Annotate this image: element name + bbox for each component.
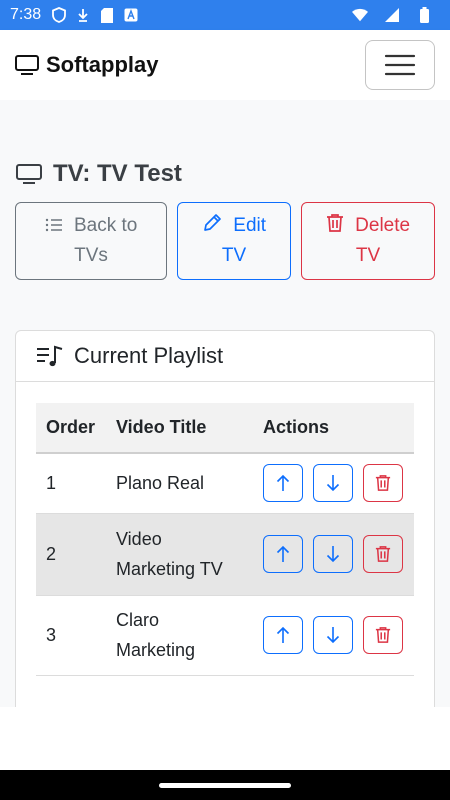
playlist-card: Current Playlist Order Video Title Actio… <box>15 330 435 707</box>
brand-name: Softapplay <box>46 52 159 77</box>
column-header-order: Order <box>36 403 106 454</box>
video-title-line1: Claro <box>116 610 160 630</box>
arrow-down-icon <box>326 545 340 563</box>
top-navbar: Softapplay <box>0 30 450 100</box>
arrow-down-icon <box>326 626 340 644</box>
download-icon <box>75 7 91 23</box>
back-to-tvs-button[interactable]: Back to TVs <box>15 202 167 280</box>
sd-card-icon <box>99 7 115 23</box>
edit-button-label-line2: TV <box>221 245 247 266</box>
brand-link[interactable]: Softapplay <box>14 52 158 78</box>
move-down-button[interactable] <box>313 616 353 654</box>
app-notification-icon <box>123 7 139 23</box>
cell-order: 1 <box>36 453 106 514</box>
table-header-row: Order Video Title Actions <box>36 403 414 454</box>
wifi-icon <box>352 7 368 23</box>
tv-icon <box>15 163 53 185</box>
system-navigation-bar <box>0 770 450 800</box>
home-gesture-handle[interactable] <box>159 782 291 788</box>
video-title-line1: Plano Real <box>116 473 205 494</box>
menu-toggle-button[interactable] <box>365 40 435 90</box>
column-header-actions: Actions <box>253 403 414 454</box>
table-row: 3 Claro Marketing <box>36 595 414 676</box>
remove-video-button[interactable] <box>363 464 403 503</box>
page-title: TV: TV Test <box>15 160 182 188</box>
list-icon <box>45 215 74 236</box>
video-title-line1: Video <box>116 529 162 549</box>
delete-button-label-line2: TV <box>355 245 381 266</box>
column-header-video-title: Video Title <box>106 403 253 454</box>
delete-button-label-line1: Delete <box>355 215 411 236</box>
page-bottom-area <box>0 707 450 770</box>
playlist-table: Order Video Title Actions 1 Plano Real 2… <box>36 403 414 676</box>
cell-actions <box>253 595 414 676</box>
playlist-title: Current Playlist <box>74 343 224 368</box>
page-title-text: TV: TV Test <box>53 160 182 187</box>
table-row: 1 Plano Real <box>36 453 414 514</box>
shield-icon <box>51 7 67 23</box>
trash-icon <box>375 474 391 492</box>
cellular-signal-icon <box>384 7 400 23</box>
cell-order: 3 <box>36 595 106 676</box>
move-down-button[interactable] <box>313 535 353 573</box>
status-bar: 7:38 <box>0 0 450 30</box>
trash-icon <box>375 545 391 563</box>
move-up-button[interactable] <box>263 616 303 654</box>
move-down-button[interactable] <box>313 464 353 503</box>
back-button-label-line2: TVs <box>74 245 108 266</box>
table-row: 2 Video Marketing TV <box>36 513 414 596</box>
remove-video-button[interactable] <box>363 535 403 573</box>
music-playlist-icon <box>36 344 74 368</box>
cell-actions <box>253 453 414 514</box>
video-title-line2: Marketing TV <box>116 559 223 579</box>
arrow-down-icon <box>326 474 340 492</box>
playlist-card-header: Current Playlist <box>16 331 434 382</box>
trash-icon <box>375 626 391 644</box>
cell-video-title: Claro Marketing <box>106 595 253 676</box>
main-content: TV: TV Test Back to TVs Edit TV Delete T… <box>0 100 450 707</box>
pencil-icon <box>202 214 233 236</box>
trash-icon <box>326 214 355 236</box>
delete-tv-button[interactable]: Delete TV <box>301 202 435 280</box>
tv-icon <box>14 54 46 76</box>
status-time: 7:38 <box>10 6 42 23</box>
cell-video-title: Video Marketing TV <box>106 513 253 596</box>
arrow-up-icon <box>276 545 290 563</box>
arrow-up-icon <box>276 626 290 644</box>
arrow-up-icon <box>276 474 290 492</box>
back-button-label-line1: Back to <box>73 215 138 236</box>
cell-actions <box>253 513 414 596</box>
video-title-line2: Marketing <box>116 640 196 660</box>
edit-button-label-line1: Edit <box>233 215 267 236</box>
remove-video-button[interactable] <box>363 616 403 654</box>
edit-tv-button[interactable]: Edit TV <box>177 202 291 280</box>
hamburger-icon <box>384 53 416 77</box>
battery-icon <box>416 7 432 23</box>
cell-video-title: Plano Real <box>106 453 253 514</box>
cell-order: 2 <box>36 513 106 596</box>
move-up-button[interactable] <box>263 535 303 573</box>
move-up-button[interactable] <box>263 464 303 503</box>
